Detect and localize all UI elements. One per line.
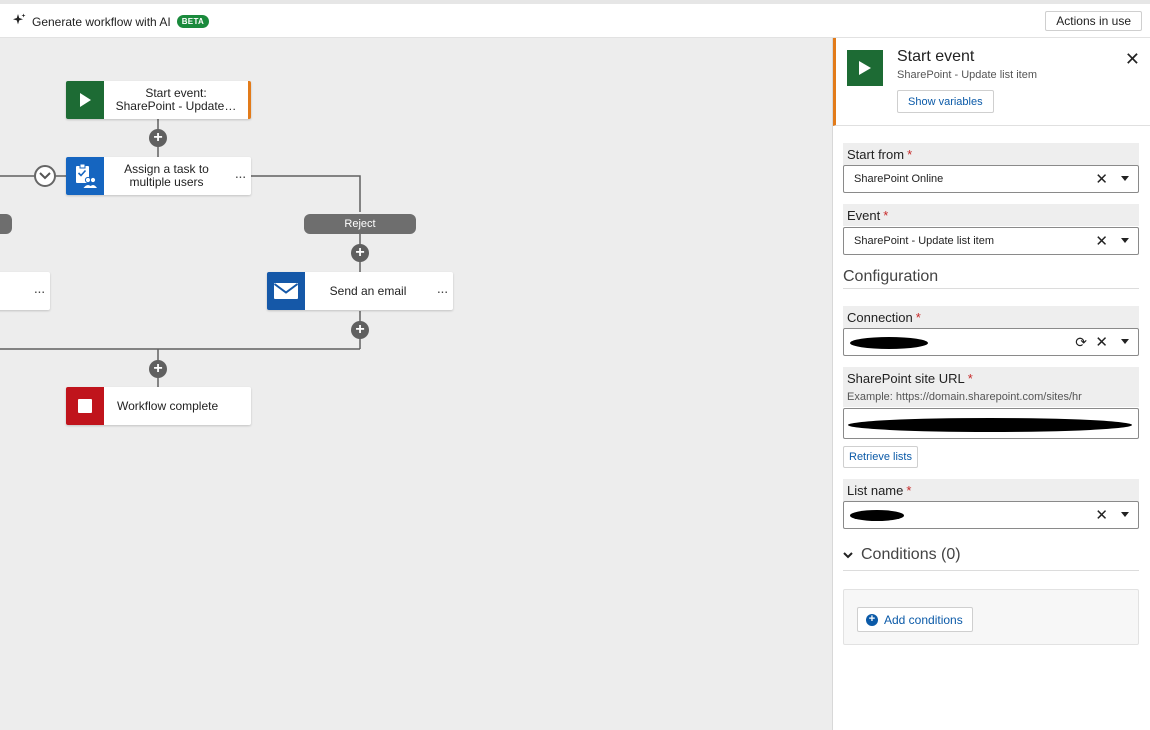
add-circle-icon: + — [866, 613, 878, 626]
chevron-down-icon[interactable] — [1121, 238, 1129, 243]
collapse-branch-icon[interactable] — [34, 165, 56, 187]
beta-badge: BETA — [176, 15, 210, 28]
list-name-select[interactable]: ✕ — [843, 501, 1139, 529]
add-step-button[interactable]: + — [149, 360, 167, 378]
divider — [843, 288, 1139, 289]
connector-lines — [0, 119, 361, 387]
clear-icon[interactable]: ✕ — [1095, 232, 1108, 250]
list-name-label-text: List name — [847, 483, 904, 498]
assign-task-node-label: Assign a task to multiple users — [124, 162, 209, 189]
required-marker: * — [906, 483, 912, 498]
left-branch-node-label: l — [0, 284, 28, 298]
refresh-icon[interactable]: ⟳ — [1075, 334, 1087, 351]
start-from-label: Start from * — [843, 143, 1139, 165]
workflow-complete-node[interactable]: Workflow complete — [66, 387, 251, 425]
chevron-down-icon — [843, 551, 853, 558]
assign-task-more-button[interactable]: ··· — [229, 168, 251, 184]
connection-label-text: Connection — [847, 310, 913, 325]
required-marker: * — [883, 208, 889, 223]
chevron-down-icon[interactable] — [1121, 339, 1129, 344]
redaction — [850, 510, 904, 521]
generate-workflow-ai-button[interactable]: Generate workflow with AI BETA — [12, 13, 210, 30]
send-email-node-label: Send an email — [329, 283, 407, 298]
start-event-node-label: Start event: SharePoint - Update… — [115, 86, 237, 113]
workflow-complete-node-label: Workflow complete — [117, 398, 219, 413]
required-marker: * — [915, 310, 921, 325]
site-url-hint: Example: https://domain.sharepoint.com/s… — [847, 391, 1082, 403]
left-branch-node[interactable]: l ··· — [0, 272, 50, 310]
add-conditions-label: Add conditions — [884, 612, 963, 627]
connection-label: Connection * — [843, 306, 1139, 328]
show-variables-button[interactable]: Show variables — [897, 90, 994, 113]
chevron-down-icon[interactable] — [1121, 176, 1129, 181]
branch-label-left — [0, 214, 12, 234]
reject-branch-label: Reject — [304, 214, 416, 234]
play-icon — [847, 50, 883, 86]
event-label: Event * — [843, 204, 1139, 226]
panel-subtitle: SharePoint - Update list item — [897, 69, 1038, 81]
top-bar: Generate workflow with AI BETA Actions i… — [0, 0, 1150, 38]
play-icon — [66, 81, 104, 119]
panel-header: Start event SharePoint - Update list ite… — [833, 38, 1150, 126]
required-marker: * — [967, 371, 973, 386]
clear-icon[interactable]: ✕ — [1095, 506, 1108, 524]
redaction — [850, 337, 928, 349]
envelope-icon — [267, 272, 305, 310]
task-users-icon — [66, 157, 104, 195]
start-from-value: SharePoint Online — [854, 173, 944, 185]
redaction — [848, 418, 1132, 432]
stop-icon — [66, 387, 104, 425]
site-url-input[interactable] — [843, 408, 1139, 439]
divider — [843, 570, 1139, 571]
clear-icon[interactable]: ✕ — [1095, 333, 1108, 351]
send-email-more-button[interactable]: ··· — [431, 283, 453, 299]
conditions-header[interactable]: Conditions (0) — [843, 546, 961, 564]
sparkle-icon — [12, 13, 26, 30]
actions-in-use-button[interactable]: Actions in use — [1045, 11, 1142, 31]
site-url-label-text: SharePoint site URL — [847, 371, 965, 386]
workflow-canvas[interactable]: Start event: SharePoint - Update… + Assi… — [0, 38, 832, 730]
generate-workflow-label: Generate workflow with AI — [32, 14, 171, 29]
retrieve-lists-button[interactable]: Retrieve lists — [843, 446, 918, 468]
connection-select[interactable]: ⟳ ✕ — [843, 328, 1139, 356]
conditions-heading: Conditions (0) — [861, 546, 961, 563]
add-conditions-button[interactable]: + Add conditions — [857, 607, 973, 632]
start-event-node[interactable]: Start event: SharePoint - Update… — [66, 81, 251, 119]
event-label-text: Event — [847, 208, 881, 223]
left-branch-more-button[interactable]: ··· — [28, 283, 50, 299]
add-step-button[interactable]: + — [351, 321, 369, 339]
clear-icon[interactable]: ✕ — [1095, 170, 1108, 188]
conditions-box: + Add conditions — [843, 589, 1139, 645]
add-step-button[interactable]: + — [149, 129, 167, 147]
assign-task-node[interactable]: Assign a task to multiple users ··· — [66, 157, 251, 195]
event-value: SharePoint - Update list item — [854, 235, 995, 247]
event-select[interactable]: SharePoint - Update list item ✕ — [843, 227, 1139, 255]
start-from-select[interactable]: SharePoint Online ✕ — [843, 165, 1139, 193]
add-step-button[interactable]: + — [351, 244, 369, 262]
chevron-down-icon[interactable] — [1121, 512, 1129, 517]
panel-title: Start event — [897, 48, 975, 65]
send-email-node[interactable]: Send an email ··· — [267, 272, 453, 310]
configuration-heading: Configuration — [843, 268, 939, 285]
list-name-label: List name * — [843, 479, 1139, 501]
close-icon[interactable]: ✕ — [1125, 49, 1140, 70]
start-from-label-text: Start from — [847, 147, 905, 162]
required-marker: * — [907, 147, 913, 162]
